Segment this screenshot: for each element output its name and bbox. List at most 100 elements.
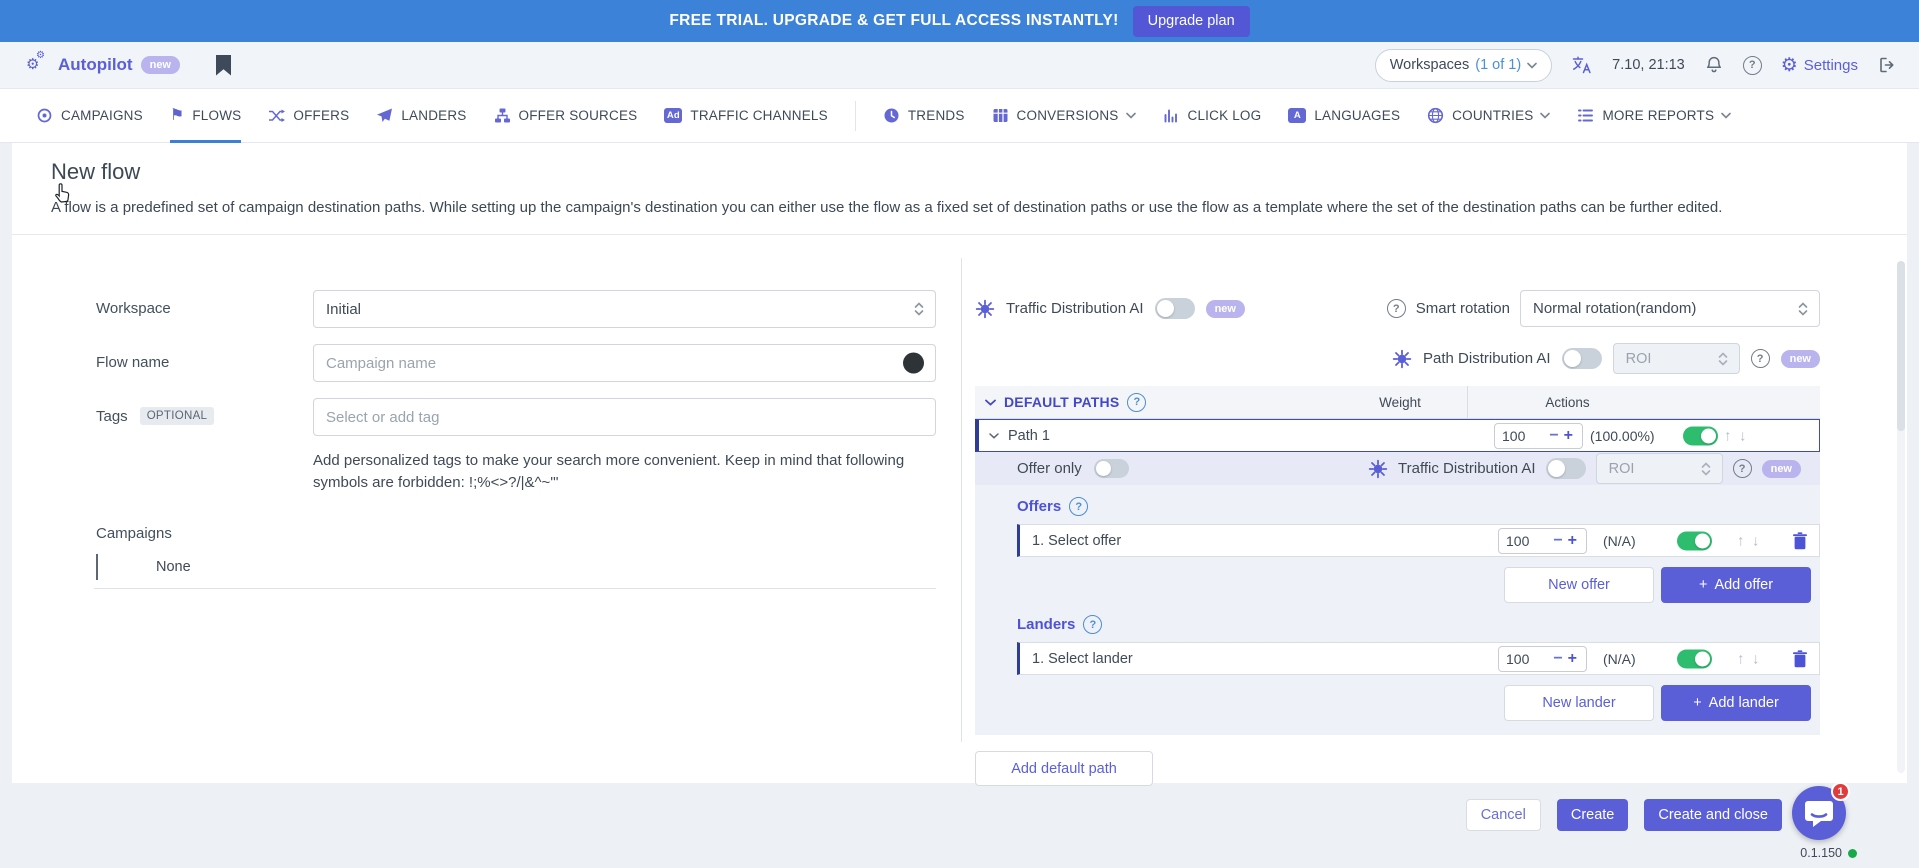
scrollbar-thumb[interactable] [1897, 261, 1905, 431]
campaigns-label: Campaigns [96, 525, 936, 542]
plus-icon[interactable]: + [1566, 532, 1579, 550]
move-up-icon[interactable]: ↑ [1737, 532, 1745, 549]
add-default-path-button[interactable]: Add default path [975, 751, 1153, 786]
plus-icon[interactable]: + [1562, 427, 1575, 445]
create-button[interactable]: Create [1557, 799, 1629, 831]
add-lander-button[interactable]: +Add lander [1661, 685, 1811, 721]
tab-landers[interactable]: LANDERS [376, 89, 466, 142]
actions-column-header: Actions [1467, 386, 1667, 418]
flow-name-indicator-dot[interactable] [903, 353, 924, 374]
new-lander-button[interactable]: New lander [1504, 685, 1654, 721]
datetime-text: 7.10, 21:13 [1612, 57, 1685, 73]
tab-offer-sources[interactable]: OFFER SOURCES [494, 89, 638, 142]
brand[interactable]: ⚙⚙ Autopilot new [26, 53, 180, 77]
move-up-icon[interactable]: ↑ [1737, 650, 1745, 667]
path-ai-new-badge: new [1781, 350, 1820, 368]
settings-link[interactable]: ⚙ Settings [1781, 56, 1858, 75]
tab-click-log[interactable]: CLICK LOG [1163, 89, 1262, 142]
trial-banner-text: FREE TRIAL. UPGRADE & GET FULL ACCESS IN… [669, 12, 1118, 30]
path-enabled-toggle[interactable] [1683, 426, 1718, 445]
minus-icon[interactable]: − [1546, 427, 1561, 445]
path-ai-help-icon[interactable]: ? [1751, 349, 1770, 368]
smart-rotation-label: Smart rotation [1416, 300, 1510, 317]
lander-row-label: 1. Select lander [1032, 651, 1133, 667]
panel-scrollbar[interactable] [1897, 261, 1905, 773]
move-down-icon[interactable]: ↓ [1752, 532, 1760, 549]
path-weight-value[interactable]: 100 [1502, 428, 1546, 444]
move-down-icon[interactable]: ↓ [1752, 650, 1760, 667]
tab-more-reports[interactable]: MORE REPORTS [1577, 89, 1731, 142]
traffic-ai-toggle[interactable] [1155, 298, 1195, 319]
workspace-select[interactable]: Initial [313, 290, 936, 328]
offer-enabled-toggle[interactable] [1677, 531, 1712, 550]
plus-icon[interactable]: + [1566, 650, 1579, 668]
landers-help-icon[interactable]: ? [1083, 615, 1102, 634]
tab-trends[interactable]: TRENDS [883, 89, 965, 142]
tab-flows[interactable]: ⚑ FLOWS [170, 89, 242, 142]
path-metric-select[interactable]: ROI [1596, 453, 1723, 484]
tags-input[interactable] [326, 409, 923, 426]
table-grid-icon [992, 107, 1009, 124]
chevron-down-icon[interactable] [985, 399, 996, 406]
workspace-label: Workspace [96, 290, 313, 328]
tab-traffic-channels[interactable]: Ad TRAFFIC CHANNELS [664, 89, 827, 142]
select-stepper-icon [1797, 301, 1809, 317]
tab-offers[interactable]: OFFERS [268, 89, 349, 142]
workspace-value: Initial [326, 301, 361, 318]
path-metric-help-icon[interactable]: ? [1733, 459, 1752, 478]
move-up-icon[interactable]: ↑ [1724, 427, 1732, 444]
cancel-button[interactable]: Cancel [1466, 799, 1541, 831]
path-row[interactable]: Path 1 100 − + (100.00%) ↑ ↓ [975, 419, 1820, 452]
campaigns-block: Campaigns None [96, 525, 936, 589]
smart-rotation-help-icon[interactable]: ? [1387, 299, 1406, 318]
path-ai-metric-select[interactable]: ROI [1613, 343, 1740, 374]
offers-help-icon[interactable]: ? [1069, 497, 1088, 516]
lander-enabled-toggle[interactable] [1677, 649, 1712, 668]
minus-icon[interactable]: − [1550, 650, 1565, 668]
tab-languages[interactable]: A LANGUAGES [1288, 89, 1400, 142]
sitemap-icon [494, 107, 511, 124]
translate-icon[interactable] [1571, 55, 1593, 75]
lander-row[interactable]: 1. Select lander 100 − + (N/A) ↑ ↓ [1017, 642, 1820, 675]
shuffle-icon [268, 107, 285, 124]
help-icon[interactable]: ? [1743, 56, 1762, 75]
chevron-down-icon[interactable] [989, 433, 999, 439]
vertical-divider [961, 258, 962, 742]
footer-actions: Cancel Create Create and close [1466, 799, 1782, 831]
smart-rotation-select[interactable]: Normal rotation(random) [1520, 290, 1820, 327]
lander-weight-stepper: 100 − + [1498, 646, 1587, 672]
offers-title: Offers [1017, 498, 1061, 515]
path-traffic-ai-toggle[interactable] [1546, 458, 1586, 479]
path-ai-toggle[interactable] [1562, 348, 1602, 369]
gear-icon: ⚙ [1781, 56, 1798, 75]
bookmark-icon[interactable] [216, 55, 231, 76]
ai-icon [975, 299, 995, 319]
tab-campaigns[interactable]: CAMPAIGNS [36, 89, 143, 142]
mouse-cursor [52, 179, 76, 205]
settings-label: Settings [1804, 57, 1858, 74]
offer-row-label: 1. Select offer [1032, 533, 1121, 549]
lander-weight-value[interactable]: 100 [1506, 651, 1550, 667]
landers-section-head: Landers ? [1017, 615, 1820, 634]
offer-weight-value[interactable]: 100 [1506, 533, 1550, 549]
trash-icon[interactable] [1792, 532, 1808, 550]
tab-countries[interactable]: COUNTRIES [1427, 89, 1550, 142]
workspaces-selector[interactable]: Workspaces (1 of 1) [1375, 49, 1552, 82]
offer-only-toggle[interactable] [1094, 459, 1129, 478]
tab-conversions[interactable]: CONVERSIONS [992, 89, 1136, 142]
logout-icon[interactable] [1877, 55, 1897, 75]
flow-name-label: Flow name [96, 344, 313, 382]
default-paths-help-icon[interactable]: ? [1127, 393, 1146, 412]
upgrade-plan-button[interactable]: Upgrade plan [1133, 6, 1250, 37]
add-offer-button[interactable]: +Add offer [1661, 567, 1811, 603]
trash-icon[interactable] [1792, 650, 1808, 668]
create-and-close-button[interactable]: Create and close [1644, 799, 1782, 831]
new-offer-button[interactable]: New offer [1504, 567, 1654, 603]
bell-icon[interactable] [1704, 55, 1724, 75]
minus-icon[interactable]: − [1550, 532, 1565, 550]
move-down-icon[interactable]: ↓ [1739, 427, 1747, 444]
flow-name-input[interactable] [326, 355, 923, 372]
path-name: Path 1 [1008, 428, 1050, 444]
offer-row[interactable]: 1. Select offer 100 − + (N/A) ↑ ↓ [1017, 524, 1820, 557]
chat-widget[interactable]: 1 [1792, 786, 1846, 840]
